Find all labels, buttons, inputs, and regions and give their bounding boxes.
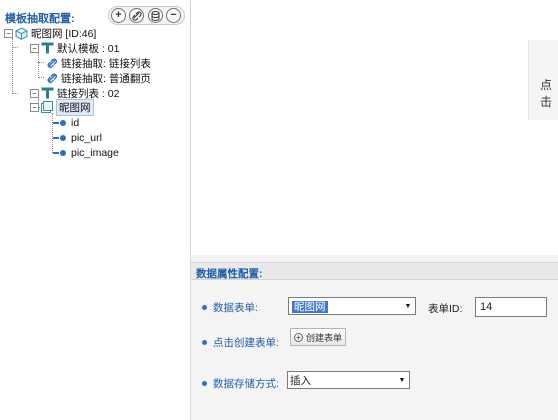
table-icon	[41, 42, 54, 54]
tree-field[interactable]: pic_url	[53, 131, 102, 145]
form-table-row: 数据表单:	[202, 300, 258, 315]
tree-node-link-extract[interactable]: 链接抽取: 普通翻页	[46, 71, 151, 85]
form-table-label: 数据表单:	[213, 302, 258, 314]
link-icon	[47, 58, 57, 68]
tree-field-label: id	[71, 117, 80, 129]
storage-select[interactable]: 插入 ▼	[287, 371, 410, 389]
form-id-input[interactable]: 14	[475, 297, 547, 317]
table-icon	[41, 87, 54, 99]
database-icon	[151, 10, 160, 21]
tree-field[interactable]: pic_image	[53, 146, 119, 160]
form-id-label: 表单ID:	[428, 303, 463, 315]
preview-panel	[191, 0, 558, 255]
dropdown-arrow-icon: ▼	[404, 302, 412, 310]
create-form-row: 点击创建表单:	[202, 335, 279, 350]
tree-node-template[interactable]: − 默认模板 : 01	[30, 41, 119, 55]
form-id-value: 14	[480, 301, 493, 313]
field-icon	[60, 150, 66, 156]
tree-node-link-extract-label: 链接抽取: 链接列表	[61, 57, 151, 70]
remove-node-button[interactable]: −	[166, 8, 181, 23]
tree-field-label: pic_url	[71, 132, 102, 144]
storage-row: 数据存储方式:	[202, 376, 279, 391]
form-table-select[interactable]: 昵图网 ▼	[288, 297, 416, 315]
tree-field-label: pic_image	[71, 147, 119, 159]
create-form-button[interactable]: + 创建表单	[290, 328, 346, 346]
tree-connector	[12, 93, 18, 94]
tree-node-template-label: 默认模板 : 01	[57, 42, 120, 55]
collapse-icon[interactable]: −	[30, 88, 39, 98]
side-panel-text: 点击	[540, 78, 553, 109]
collapse-icon[interactable]: −	[30, 43, 39, 53]
tree-root-label: 昵图网 [ID:46]	[31, 27, 97, 40]
field-dash	[53, 137, 59, 139]
minus-icon: −	[170, 9, 177, 21]
collapse-icon[interactable]: −	[30, 102, 39, 112]
create-form-label: 点击创建表单:	[213, 337, 279, 349]
cube-icon	[15, 26, 28, 40]
tree-field[interactable]: id	[53, 116, 79, 130]
field-dash	[53, 152, 59, 154]
tree-connector	[12, 47, 18, 48]
form-table-value: 昵图网	[292, 300, 328, 313]
plus-icon: +	[115, 9, 122, 21]
collapse-icon[interactable]: −	[4, 28, 13, 38]
data-attribute-title: 数据属性配置:	[196, 268, 263, 280]
tree-connector	[38, 53, 39, 78]
bullet-icon	[202, 381, 207, 386]
tree-node-table-label: 昵图网	[56, 98, 94, 116]
bullet-icon	[202, 340, 207, 345]
template-config-title: 模板抽取配置:	[5, 13, 75, 25]
bullet-icon	[202, 305, 207, 310]
add-link-button[interactable]	[129, 8, 144, 23]
add-node-button[interactable]: +	[111, 8, 126, 23]
tree-node-link-extract[interactable]: 链接抽取: 链接列表	[46, 56, 151, 70]
field-dash	[53, 122, 59, 124]
plus-circle-icon: +	[293, 332, 303, 342]
storage-value: 插入	[290, 374, 311, 387]
tree-connector	[38, 62, 44, 63]
create-form-button-label: 创建表单	[305, 332, 342, 343]
field-icon	[60, 135, 66, 141]
window-icon	[41, 101, 53, 113]
link-icon	[47, 73, 57, 83]
add-table-button[interactable]	[148, 8, 163, 23]
dropdown-arrow-icon: ▼	[398, 376, 406, 384]
tree-connector	[38, 77, 44, 78]
storage-label: 数据存储方式:	[213, 378, 279, 390]
field-icon	[60, 120, 66, 126]
tree-node-table[interactable]: − 昵图网	[30, 98, 94, 116]
link-icon	[131, 10, 142, 21]
tree-root[interactable]: − 昵图网 [ID:46]	[4, 26, 96, 40]
tree-node-link-extract-label: 链接抽取: 普通翻页	[61, 72, 151, 85]
